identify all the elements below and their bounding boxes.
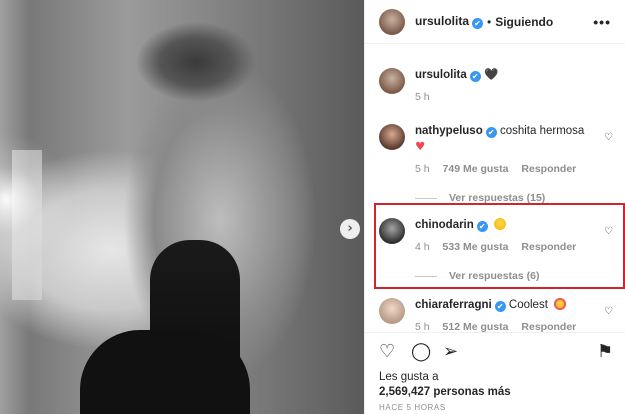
comment-username[interactable]: chiaraferragni: [415, 299, 492, 311]
heart-emoji: ♥: [415, 139, 426, 153]
comment-text: coshita hermosa: [499, 125, 585, 137]
comment-time: 5 h: [415, 321, 430, 332]
more-options-icon[interactable]: •••: [593, 14, 611, 30]
post-header: ursulolita ✔ • Siguiendo •••: [365, 0, 625, 44]
likes-count[interactable]: 2,569,427 personas más: [379, 385, 511, 400]
header-username[interactable]: ursulolita ✔: [415, 14, 484, 29]
comment-item: nathypeluso ✔ coshita hermosa ♥ 5 h 749 M…: [379, 124, 619, 206]
comment-username[interactable]: ursulolita: [415, 69, 467, 81]
verified-icon: ✔: [494, 301, 506, 312]
verified-icon: ✔: [485, 127, 497, 138]
highlight-box: [374, 203, 625, 289]
like-icon[interactable]: ♡: [379, 343, 395, 361]
like-comment-icon[interactable]: ♡: [604, 132, 613, 143]
separator-dot: •: [487, 14, 492, 29]
following-button[interactable]: Siguiendo: [495, 15, 553, 29]
post-timestamp[interactable]: HACE 5 HORAS: [379, 403, 446, 412]
next-image-button[interactable]: ›: [340, 219, 360, 239]
avatar[interactable]: [379, 8, 405, 35]
post-image[interactable]: [0, 0, 364, 414]
share-icon[interactable]: ➢: [443, 343, 458, 361]
comment-text: Coolest: [508, 299, 548, 311]
comment-time: 5 h: [415, 91, 430, 103]
comment-likes[interactable]: 749 Me gusta: [443, 163, 509, 175]
comment-time: 5 h: [415, 163, 430, 175]
reply-button[interactable]: Responder: [521, 321, 576, 332]
likes-summary: Les gusta a 2,569,427 personas más: [379, 370, 511, 400]
comment-icon[interactable]: ◯: [411, 343, 431, 361]
light-flare: [0, 0, 364, 414]
save-icon[interactable]: ⚑: [597, 343, 613, 361]
verified-icon: ✔: [472, 18, 484, 29]
likes-prefix: Les gusta a: [379, 371, 439, 383]
heart-eyes-emoji-icon: [554, 298, 567, 310]
replies-line: [415, 198, 437, 199]
caption: ursulolita ✔ 🖤 5 h: [379, 68, 619, 105]
avatar[interactable]: [379, 298, 405, 324]
comment-meta: 5 h: [415, 90, 619, 105]
comment-username[interactable]: nathypeluso: [415, 125, 483, 137]
caption-text: 🖤: [483, 69, 499, 81]
verified-icon: ✔: [469, 71, 481, 82]
reply-button[interactable]: Responder: [521, 163, 576, 175]
comment-meta: 5 h 749 Me gusta Responder: [415, 162, 619, 177]
comment-item: chiaraferragni ✔ Coolest 5 h 512 Me gusta…: [379, 298, 619, 332]
avatar[interactable]: [379, 68, 405, 94]
like-comment-icon[interactable]: ♡: [604, 306, 613, 317]
comment-meta: 5 h 512 Me gusta Responder: [415, 320, 619, 332]
avatar[interactable]: [379, 124, 405, 150]
action-bar: ♡ ◯ ➢ ⚑: [364, 332, 625, 370]
comment-likes[interactable]: 512 Me gusta: [443, 321, 509, 332]
